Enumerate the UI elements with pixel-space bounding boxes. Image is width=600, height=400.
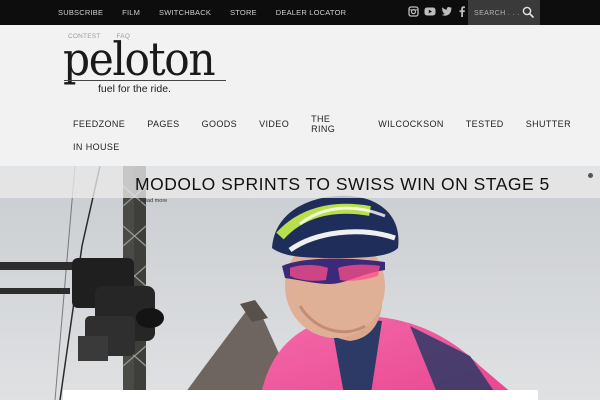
- main-nav-row: IN HOUSE: [62, 135, 582, 158]
- site-logo[interactable]: peloton: [63, 36, 216, 82]
- nav-item-pages[interactable]: PAGES: [136, 119, 190, 129]
- nav-item-in-house[interactable]: IN HOUSE: [62, 142, 131, 152]
- top-nav-switchback[interactable]: SWITCHBACK: [159, 8, 211, 17]
- twitter-icon[interactable]: [441, 6, 453, 17]
- nav-item-shutter[interactable]: SHUTTER: [515, 119, 582, 129]
- hero-image[interactable]: [0, 166, 600, 400]
- logo-divider: [64, 80, 226, 81]
- search-box: [468, 0, 540, 25]
- nav-item-video[interactable]: VIDEO: [248, 119, 300, 129]
- content-panel: [63, 390, 538, 400]
- nav-item-goods[interactable]: GOODS: [191, 119, 249, 129]
- main-nav: FEEDZONE PAGES GOODS VIDEO THE RING WILC…: [62, 112, 582, 158]
- youtube-icon[interactable]: [424, 6, 436, 17]
- hero-headline[interactable]: MODOLO SPRINTS TO SWISS WIN ON STAGE 5: [135, 174, 550, 195]
- nav-item-feedzone[interactable]: FEEDZONE: [62, 119, 136, 129]
- site-tagline: fuel for the ride.: [98, 83, 171, 95]
- facebook-icon[interactable]: [458, 6, 466, 17]
- nav-item-wilcockson[interactable]: WILCOCKSON: [367, 119, 455, 129]
- search-icon[interactable]: [522, 6, 534, 18]
- nav-item-tested[interactable]: TESTED: [455, 119, 515, 129]
- slider-dot[interactable]: [588, 173, 593, 178]
- nav-item-the-ring[interactable]: THE RING: [300, 114, 367, 134]
- top-nav: SUBSCRIBE FILM SWITCHBACK STORE DEALER L…: [58, 0, 365, 25]
- hero-slider: MODOLO SPRINTS TO SWISS WIN ON STAGE 5 R…: [0, 166, 600, 400]
- top-nav-subscribe[interactable]: SUBSCRIBE: [58, 8, 103, 17]
- search-input[interactable]: [474, 6, 522, 20]
- social-links: [408, 6, 466, 17]
- main-nav-row: FEEDZONE PAGES GOODS VIDEO THE RING WILC…: [62, 112, 582, 135]
- top-bar: SUBSCRIBE FILM SWITCHBACK STORE DEALER L…: [0, 0, 600, 25]
- read-more-link[interactable]: Read more: [140, 198, 167, 204]
- top-nav-film[interactable]: FILM: [122, 8, 140, 17]
- top-nav-dealer-locator[interactable]: DEALER LOCATOR: [276, 8, 346, 17]
- top-nav-store[interactable]: STORE: [230, 8, 257, 17]
- instagram-icon[interactable]: [408, 6, 419, 17]
